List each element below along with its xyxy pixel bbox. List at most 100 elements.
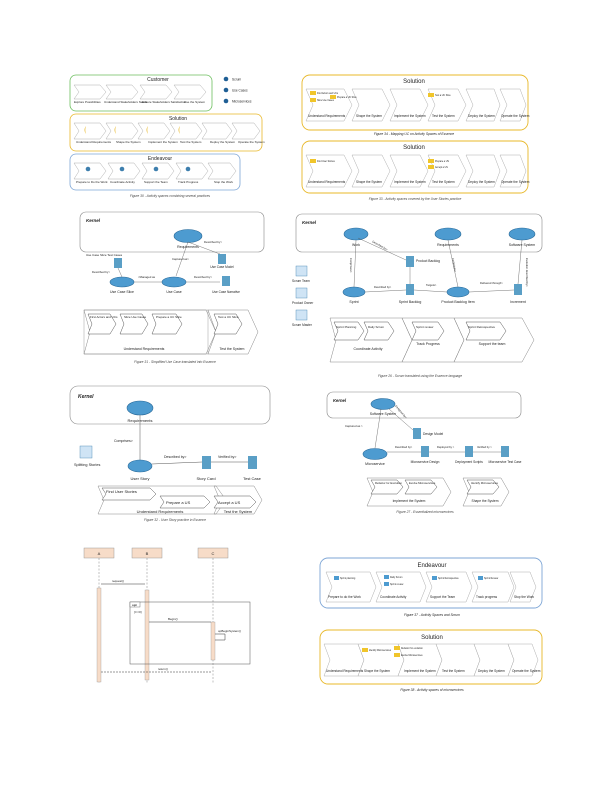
solution-act-label-3: Implement the System: [148, 140, 178, 144]
scrum-act-icon: [432, 576, 437, 580]
end-act-3: Sprint review: [390, 583, 404, 586]
story-card-icon: [202, 456, 211, 469]
scrum-team-icon: [295, 265, 308, 277]
scrum-diagram: Kernel Work Requirements Software System…: [292, 213, 543, 363]
figure-microservices-essence: Kernel Software System Design Model Desi…: [325, 390, 525, 510]
sprint-label: Sprint: [349, 300, 358, 304]
role-product-owner: Product Owner: [292, 301, 314, 305]
lifeline-a-label: A: [98, 551, 101, 556]
use-case-model-icon: [218, 254, 226, 264]
splitting-stories-icon: [79, 445, 93, 459]
deploy-scripts-label: Deployment Scripts: [455, 460, 483, 464]
slice-test-cases-label: Use Case Slice Test Cases: [86, 253, 123, 257]
opt-guard: [i>=0]: [134, 610, 142, 614]
sol-ms-label-5: Deploy the System: [478, 669, 505, 673]
msg-begin: Begin(): [168, 617, 178, 621]
space-test-system: Test the System: [220, 347, 245, 351]
end-act-4: Sprint Retrospective: [438, 577, 459, 580]
sol-b-label-3: Implement the System: [394, 180, 426, 184]
endeavour-title: Endeavour: [148, 156, 173, 162]
msg-op-begin-system: opBeginSystem(): [218, 629, 241, 633]
sol-ms-label-1: Understand Requirements: [326, 669, 364, 673]
user-story-diagram: Kernel Requirements Comprises> Splitting…: [69, 385, 271, 515]
rel-verified-label: Verified by>: [218, 455, 236, 459]
ms-test-icon: [501, 446, 509, 457]
endeavour-title: Endeavour: [417, 563, 446, 569]
msg-request: request(): [112, 579, 124, 583]
requirements-alpha: [434, 227, 462, 241]
scrum-legend-icon: [223, 76, 229, 82]
uc-act-4: Test a UC Slice: [218, 315, 239, 319]
design-model-label: Design Model: [423, 432, 443, 436]
mini-act-b3: Accept a US: [435, 166, 448, 169]
activity-icon: [362, 648, 368, 652]
user-story-label: User Story: [131, 476, 150, 481]
end-label-2: Coordinate Activity: [380, 595, 407, 599]
endeavour-scrum-diagram: Endeavour Sprint planning Daily Scrum Sp…: [319, 557, 543, 617]
endeavour-act-label-2: Coordinate Activity: [110, 180, 135, 184]
figure-solution-microservices: Solution Identify Microservices Refactor…: [318, 628, 544, 694]
customer-title: Customer: [147, 77, 169, 83]
us-act-1: Find User Stories: [106, 489, 137, 494]
ms-act-2: Evolve Microservices: [409, 481, 436, 485]
ms-design-label: Microservice Design: [411, 460, 440, 464]
us-act-3: Accept a US: [218, 500, 241, 505]
figure-caption: Figure 38 - Activity spaces of microserv…: [400, 688, 464, 692]
sprint-backlog-icon: [406, 284, 414, 295]
requirements-alpha: [126, 400, 154, 416]
use-case-model-label: Use Case Model: [210, 265, 234, 269]
rel-evolution-label: Evolution described by>: [525, 258, 529, 287]
scrum-icon: [185, 166, 191, 172]
rel-desc2-label: Described by>: [374, 285, 392, 289]
rel-deployed-label: Deployed by >: [437, 445, 455, 449]
figure-sequence-diagram: A B C request() opt [i>=0] Begin() opBeg…: [78, 546, 268, 686]
uc-act-3: Prepare a UC Slice: [156, 315, 182, 319]
sol-ms-act-1: Identify Microservices: [369, 649, 392, 652]
figure-scrum-essence: Kernel Work Requirements Software System…: [288, 212, 548, 372]
mini-act-a4: Test a UC Slice: [435, 94, 451, 97]
scrum-act-1: Sprint Planning: [336, 325, 357, 329]
lifeline-a: A: [83, 547, 115, 684]
rel-comprises-label: Comprises>: [114, 439, 133, 443]
endeavour-act-label-5: Stop the Work: [214, 180, 233, 184]
test-case-label: Test Case: [243, 476, 262, 481]
end-act-2: Daily Scrum: [390, 576, 402, 579]
use-case-narrative-icon: [222, 276, 230, 286]
legend: Scrum Use Cases Microservices: [223, 76, 252, 104]
figure-caption: Figure 26 - Scrum translated using the E…: [377, 374, 463, 378]
solution-act-label-4: Test the System: [180, 140, 202, 144]
customer-act-label-1: Explore Possibilities: [74, 100, 101, 104]
figure-user-story-essence: Kernel Requirements Comprises> Splitting…: [68, 384, 274, 518]
sol-ms-act-2: Refactor for evolution: [401, 647, 424, 650]
requirements-alpha: [173, 229, 203, 243]
scrum-act-icon: [478, 576, 483, 580]
space-support-team: Support the team: [479, 342, 506, 346]
use-case-diagram: Kernel Requirements Use Case Slice Use C…: [79, 211, 265, 355]
rel-targets-label: Targets>: [426, 283, 437, 287]
use-case-alpha: [161, 276, 187, 288]
microservice-label: Microservice: [365, 462, 385, 466]
sol-b-label-5: Deploy the System: [468, 180, 495, 184]
customer-act-label-4: Use the System: [184, 100, 206, 104]
microservices-legend-icon: [223, 98, 229, 104]
scrum-act-icon: [384, 575, 389, 579]
sol-a-label-6: Operate the System: [501, 114, 530, 118]
microservice-alpha: [362, 448, 388, 460]
solution-title-a: Solution: [403, 79, 425, 85]
activity-icon: [428, 159, 434, 163]
figure-endeavour-scrum: Endeavour Sprint planning Daily Scrum Sp…: [318, 556, 544, 620]
product-owner-icon: [295, 287, 308, 299]
customer-act-label-3: Ensure Stakeholders Satisfaction: [142, 100, 187, 104]
scrum-act-3: Sprint review: [416, 325, 434, 329]
user-story-alpha: [127, 459, 153, 473]
scrum-icon: [153, 166, 159, 172]
solution-mapping-diagram: Solution Find Actors and UCs Slice Use C…: [301, 74, 530, 194]
endeavour-act-label-4: Track Progress: [178, 180, 199, 184]
kernel-area: [295, 213, 543, 253]
ms-act-1: Refactor for Evolution: [375, 481, 402, 485]
activity-icon: [428, 165, 434, 169]
rel-described-label: Described by>: [204, 240, 222, 244]
kernel-label: Kernel: [302, 220, 317, 225]
legend-microservices: Microservices: [232, 100, 252, 104]
role-scrum-team: Scrum Team: [292, 279, 310, 283]
